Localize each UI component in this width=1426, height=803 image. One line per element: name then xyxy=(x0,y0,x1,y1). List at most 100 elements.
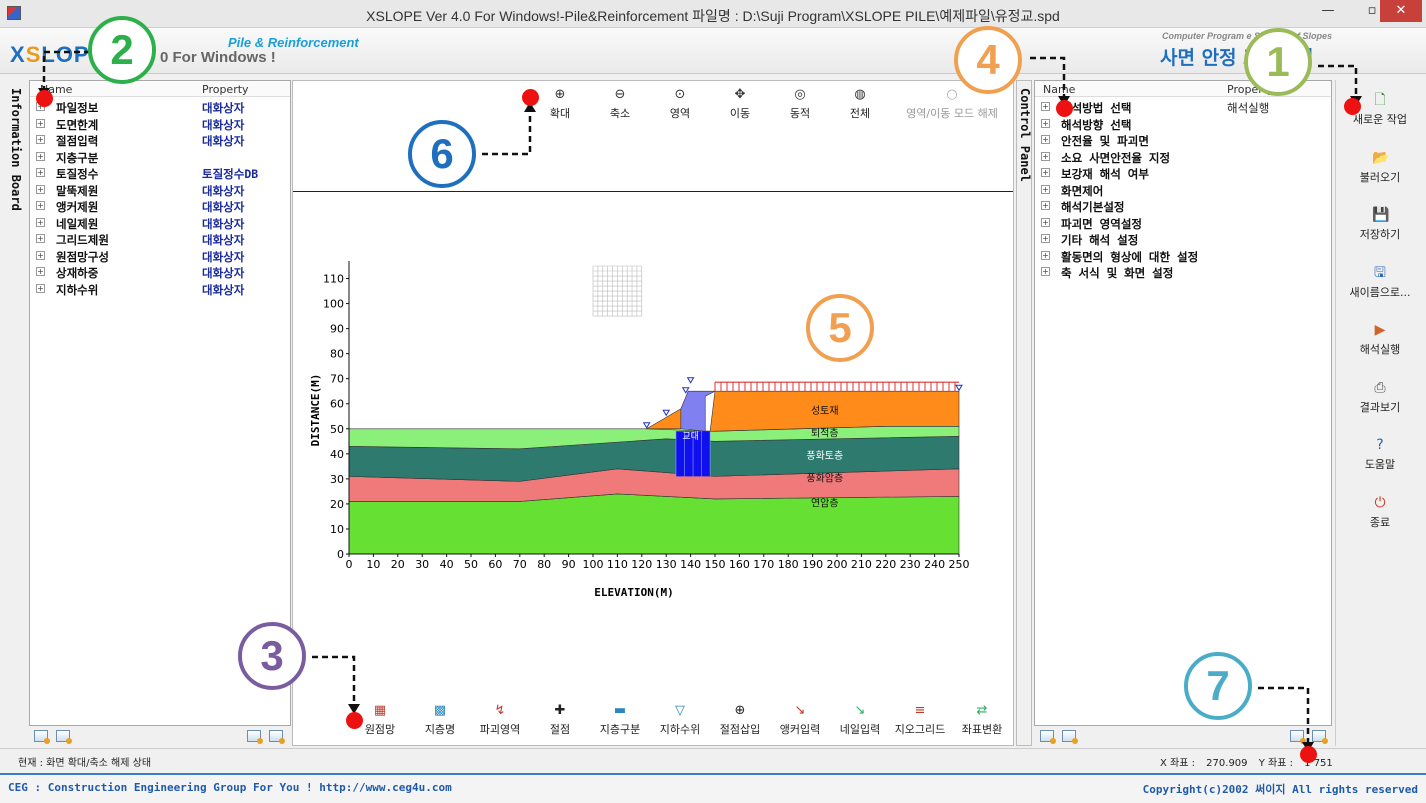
tool-geogrid[interactable]: ≡ 지오그리드 xyxy=(890,704,950,737)
side-save-button[interactable]: 💾 저장하기 xyxy=(1338,207,1422,242)
expand-icon[interactable]: + xyxy=(36,118,45,128)
tool-nail-input[interactable]: ↘ 네일입력 xyxy=(830,704,890,737)
tool-water-table[interactable]: ▽ 지하수위 xyxy=(650,704,710,737)
expand-icon[interactable]: + xyxy=(36,135,45,144)
tool-anchor-input[interactable]: ↘ 앵커입력 xyxy=(770,704,830,737)
expand-icon[interactable]: + xyxy=(36,234,45,243)
tool-insert-node[interactable]: ⊕ 절점삽입 xyxy=(710,704,770,737)
side-exit-button[interactable]: ⏻ 종료 xyxy=(1338,495,1422,530)
expand-all-icon[interactable] xyxy=(247,730,263,744)
tool-failure-zone[interactable]: ↯ 파괴영역 xyxy=(470,704,530,737)
expand-icon[interactable]: + xyxy=(1041,102,1050,111)
x-tick-label: 140 xyxy=(680,558,701,571)
info-item-property[interactable]: 대화상자 xyxy=(202,249,244,265)
control-item-row[interactable]: + 해석방법 선택 해석실행 xyxy=(1035,99,1331,115)
expand-icon[interactable]: + xyxy=(1041,217,1050,227)
expand-icon[interactable]: + xyxy=(36,168,45,177)
tool-zoom-all[interactable]: ◍ 전체 xyxy=(840,88,880,121)
info-item-row[interactable]: + 네일제원 대화상자 xyxy=(30,215,290,231)
expand-icon[interactable]: + xyxy=(36,184,45,194)
control-item-property[interactable]: 해석실행 xyxy=(1227,100,1269,116)
expand-icon[interactable]: + xyxy=(36,201,45,210)
expand-icon[interactable]: + xyxy=(1041,118,1050,128)
expand-icon[interactable]: + xyxy=(36,250,45,260)
close-button[interactable]: ✕ xyxy=(1380,0,1422,22)
tool-layer-name[interactable]: ▩ 지층명 xyxy=(410,704,470,737)
side-printer-button[interactable]: ⎙ 결과보기 xyxy=(1338,380,1422,415)
edit-item-icon[interactable] xyxy=(1062,730,1078,744)
x-tick-label: 100 xyxy=(583,558,604,571)
side-open-folder-button[interactable]: 📂 불러오기 xyxy=(1338,150,1422,185)
tool-coord-transform[interactable]: ⇄ 좌표변환 xyxy=(952,704,1012,737)
side-save-as-button[interactable]: 🖫 새이름으로... xyxy=(1338,265,1422,300)
expand-icon[interactable]: + xyxy=(1041,234,1050,243)
tool-pan[interactable]: ✥ 이동 xyxy=(720,88,760,121)
info-item-property[interactable]: 대화상자 xyxy=(202,100,244,116)
tool-node[interactable]: ✚ 절점 xyxy=(530,704,590,737)
expand-icon[interactable]: + xyxy=(36,267,45,276)
control-item-row[interactable]: + 축 서식 및 화면 설정 xyxy=(1035,264,1331,280)
save-as-icon: 🖫 xyxy=(1374,264,1386,281)
info-item-row[interactable]: + 도면한계 대화상자 xyxy=(30,116,290,132)
info-item-property[interactable]: 대화상자 xyxy=(202,117,244,133)
tool-zoom-area[interactable]: ⊙ 영역 xyxy=(660,88,700,121)
drawing-area[interactable]: 0 10 20 30 40 50 60 70 80 90 100 110 120 130 140 150 160… xyxy=(292,80,1014,746)
side-help-button[interactable]: ? 도움말 xyxy=(1338,437,1422,472)
expand-icon[interactable]: + xyxy=(1041,250,1050,260)
collapse-all-icon[interactable] xyxy=(1312,730,1328,744)
info-item-property[interactable]: 토질정수DB xyxy=(202,166,258,182)
slope-section-chart[interactable]: 0 10 20 30 40 50 60 70 80 90 100 110 120 130 140 150 160… xyxy=(305,261,1005,621)
control-item-row[interactable]: + 파괴면 영역설정 xyxy=(1035,215,1331,231)
control-item-row[interactable]: + 안전율 및 파괴면 xyxy=(1035,132,1331,148)
info-item-property[interactable]: 대화상자 xyxy=(202,216,244,232)
info-item-property[interactable]: 대화상자 xyxy=(202,232,244,248)
footer-company[interactable]: CEG : Construction Engineering Group For… xyxy=(8,781,452,794)
info-item-row[interactable]: + 앵커제원 대화상자 xyxy=(30,198,290,214)
expand-icon[interactable]: + xyxy=(1041,184,1050,194)
y-axis-title: DISTANCE(M) xyxy=(309,374,322,447)
info-item-row[interactable]: + 지하수위 대화상자 xyxy=(30,281,290,297)
info-item-row[interactable]: + 그리드제원 대화상자 xyxy=(30,231,290,247)
layer-0 xyxy=(348,493,960,555)
info-item-property[interactable]: 대화상자 xyxy=(202,183,244,199)
control-item-row[interactable]: + 화면제어 xyxy=(1035,182,1331,198)
control-item-row[interactable]: + 해석기본설정 xyxy=(1035,198,1331,214)
control-panel-splitter[interactable] xyxy=(1016,80,1032,746)
expand-icon[interactable]: + xyxy=(36,283,45,293)
control-item-row[interactable]: + 기타 해석 설정 xyxy=(1035,231,1331,247)
minimize-button[interactable]: — xyxy=(1306,0,1350,22)
expand-icon[interactable]: + xyxy=(1041,201,1050,210)
tool-zoom-in[interactable]: ⊕ 확대 xyxy=(540,88,580,121)
info-item-property[interactable]: 대화상자 xyxy=(202,199,244,215)
expand-icon[interactable]: + xyxy=(1041,135,1050,144)
info-item-row[interactable]: + 말뚝제원 대화상자 xyxy=(30,182,290,198)
info-item-row[interactable]: + 파일정보 대화상자 xyxy=(30,99,290,115)
info-item-property[interactable]: 대화상자 xyxy=(202,133,244,149)
info-item-row[interactable]: + 절점입력 대화상자 xyxy=(30,132,290,148)
info-item-row[interactable]: + 토질정수 토질정수DB xyxy=(30,165,290,181)
info-item-property[interactable]: 대화상자 xyxy=(202,265,244,281)
expand-all-icon[interactable] xyxy=(1290,730,1306,744)
expand-icon[interactable]: + xyxy=(36,151,45,161)
control-item-row[interactable]: + 활동면의 형상에 대한 설정 xyxy=(1035,248,1331,264)
info-item-row[interactable]: + 상재하중 대화상자 xyxy=(30,264,290,280)
side-run-analysis-button[interactable]: ▶ 해석실행 xyxy=(1338,322,1422,357)
tool-layer-divide[interactable]: ▬ 지층구분 xyxy=(590,704,650,737)
expand-icon[interactable]: + xyxy=(1041,168,1050,177)
control-item-row[interactable]: + 소요 사면안전율 지정 xyxy=(1035,149,1331,165)
x-tick-label: 80 xyxy=(537,558,551,571)
info-item-row[interactable]: + 원점망구성 대화상자 xyxy=(30,248,290,264)
add-item-icon[interactable] xyxy=(34,730,50,744)
expand-icon[interactable]: + xyxy=(1041,267,1050,276)
tool-dynamic-zoom[interactable]: ◎ 동적 xyxy=(780,88,820,121)
expand-icon[interactable]: + xyxy=(36,217,45,227)
add-item-icon[interactable] xyxy=(1040,730,1056,744)
expand-icon[interactable]: + xyxy=(1041,151,1050,161)
control-item-row[interactable]: + 해석방향 선택 xyxy=(1035,116,1331,132)
info-item-property[interactable]: 대화상자 xyxy=(202,282,244,298)
tool-zoom-out[interactable]: ⊖ 축소 xyxy=(600,88,640,121)
control-item-row[interactable]: + 보강재 해석 여부 xyxy=(1035,165,1331,181)
edit-item-icon[interactable] xyxy=(56,730,72,744)
info-item-row[interactable]: + 지층구분 xyxy=(30,149,290,165)
collapse-all-icon[interactable] xyxy=(269,730,285,744)
